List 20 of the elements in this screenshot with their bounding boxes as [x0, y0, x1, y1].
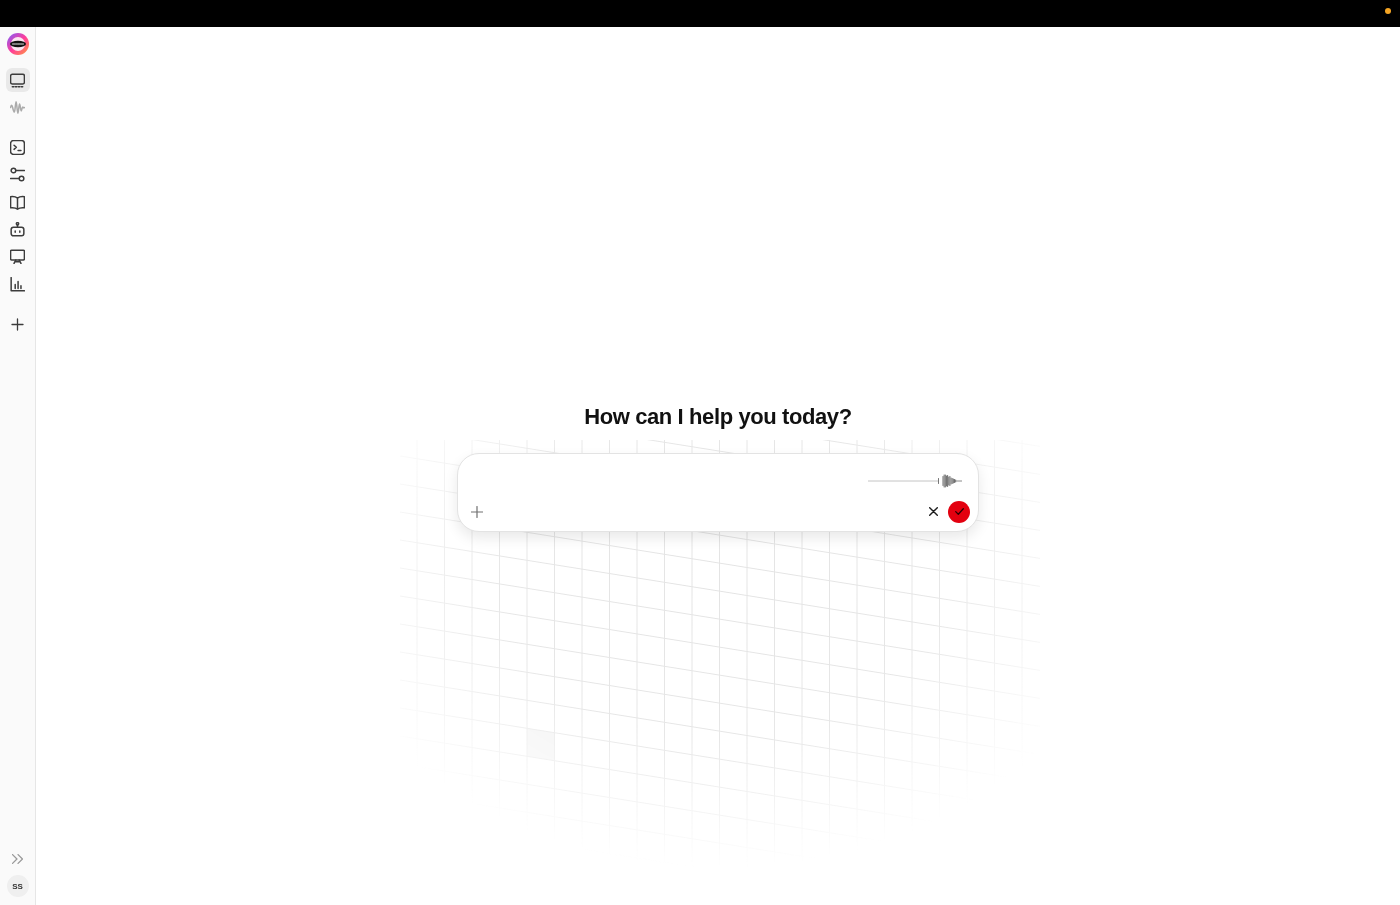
presentation-board-icon: [10, 249, 25, 265]
plus-icon: [11, 317, 24, 331]
logo-icon: [6, 33, 29, 55]
monitor-icon: [10, 72, 25, 88]
page-heading: How can I help you today?: [584, 402, 852, 431]
book-icon: [10, 194, 25, 210]
bar-chart-icon: [10, 276, 25, 292]
terminal-icon: [10, 139, 25, 155]
status-dot-icon: [1385, 8, 1391, 14]
sliders-icon: [10, 167, 25, 183]
waveform-icon: [10, 99, 25, 115]
confirm-button[interactable]: [948, 500, 970, 523]
close-icon: [928, 507, 938, 516]
robot-icon: [10, 222, 25, 238]
user-avatar[interactable]: SS: [6, 875, 29, 897]
check-icon: [954, 508, 964, 515]
plus-icon: [471, 505, 483, 518]
message-input-box[interactable]: [457, 452, 979, 532]
sidebar-item[interactable]: [5, 68, 30, 92]
chevrons-right-icon: [12, 854, 23, 864]
